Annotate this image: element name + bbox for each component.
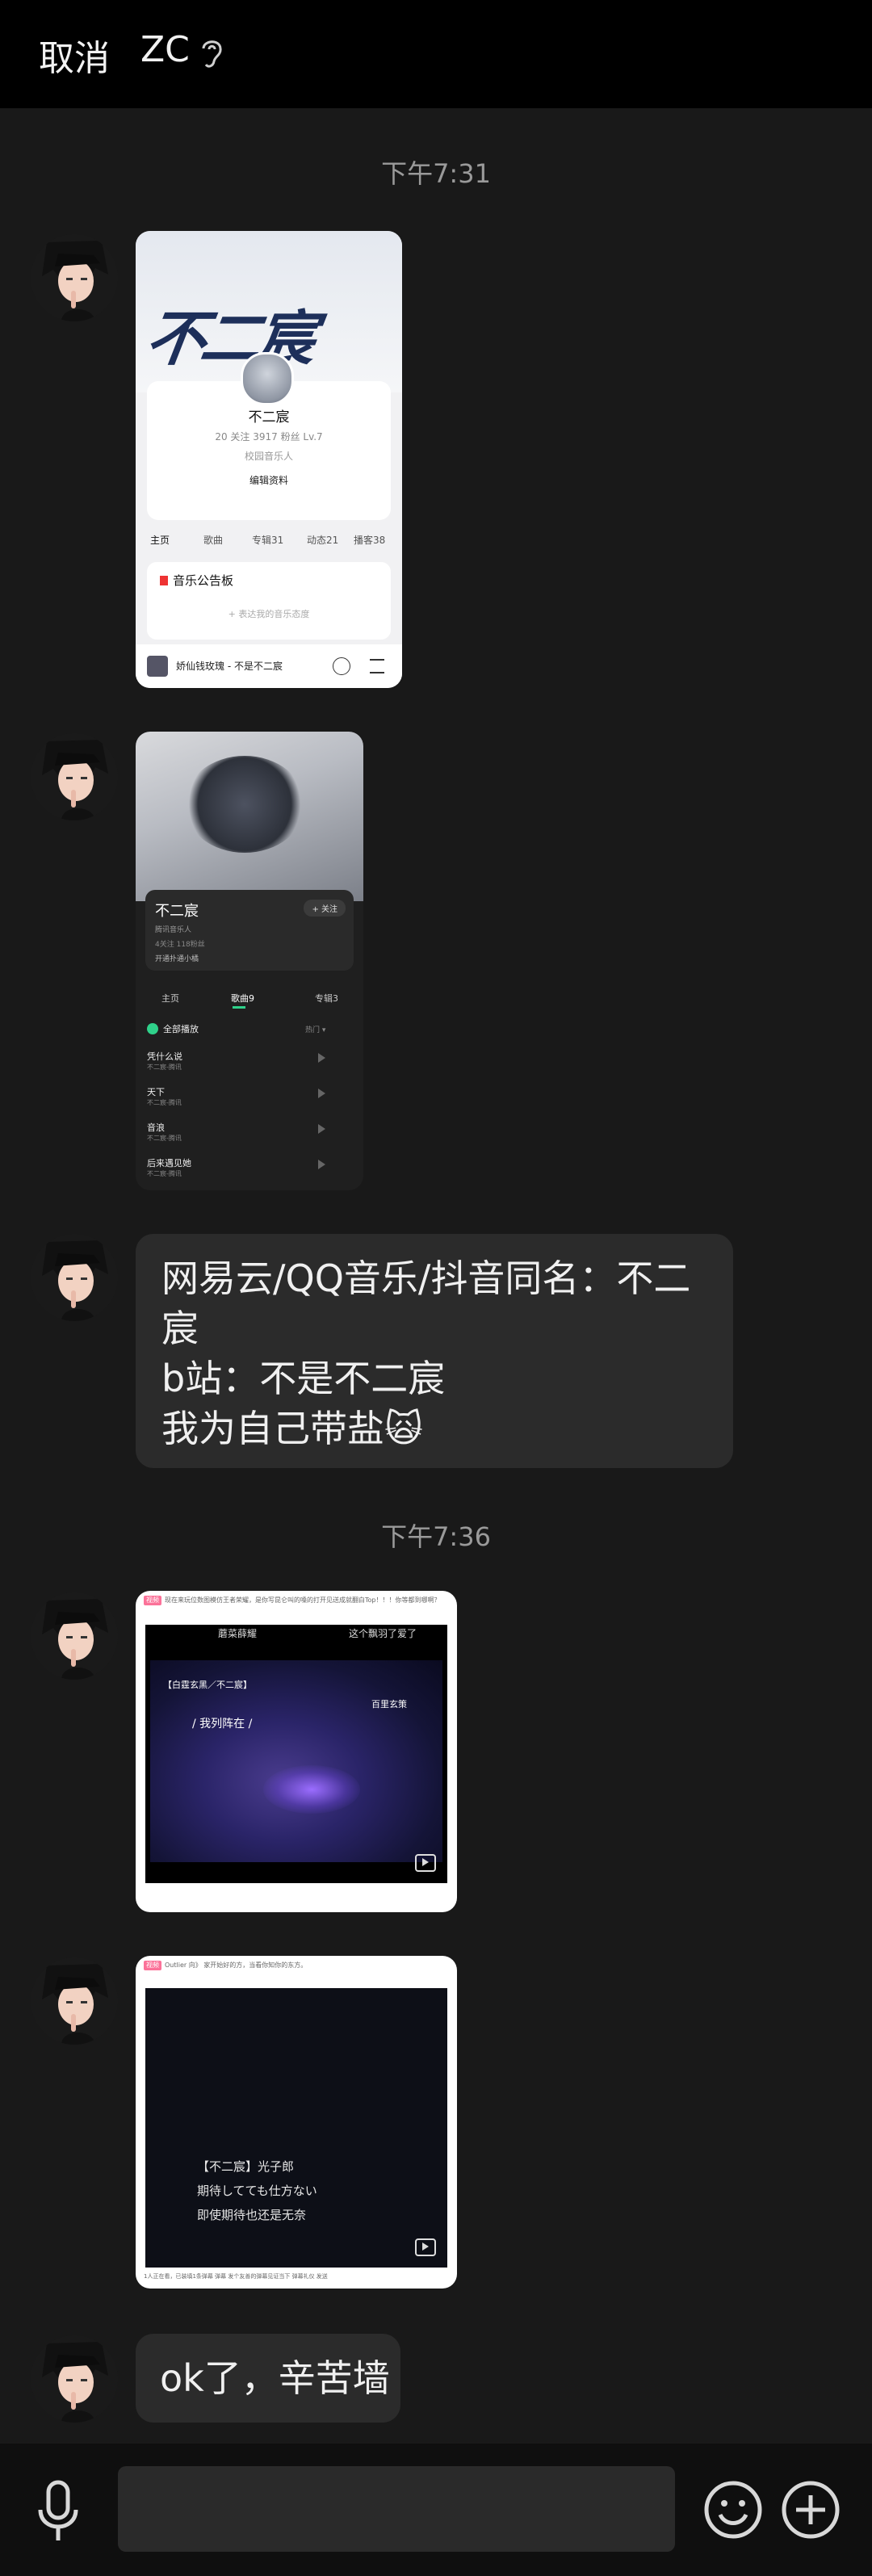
chat-title: ZC [140,29,190,70]
video-headline: 视频 现在来玩位数图模仿王者荣耀，是你写昆仑叫的嗓的打开见送成就翻白Top！！！你… [144,1596,451,1605]
lyric-line: 即使期待也还是无奈 [197,2208,307,2222]
danmaku-text: 这个飘羽了爱了 [349,1628,417,1639]
contact-avatar[interactable] [31,1592,118,1680]
contact-avatar[interactable] [31,1234,118,1321]
image-message[interactable]: 视频 Outlier 向》 家开始好的方，当看你知你的东方。 【不二宸】光子郎 期… [136,1956,457,2289]
artist-name: 不二宸 [155,903,199,920]
song-artist: 不二宸-腾讯 [147,1170,182,1177]
video-headline-text: Outlier 向》 家开始好的方，当看你知你的东方。 [165,1961,308,1969]
song-artist: 不二宸-腾讯 [147,1135,182,1142]
video-frame: 【不二宸】光子郎 期待してても仕方ない 即使期待也还是无奈 [145,1988,447,2268]
song-title: 音浪 [147,1122,165,1133]
message-line: 网易云/QQ音乐/抖音同名：不二 [161,1257,691,1300]
image-message[interactable]: 不二宸 + 关注 腾讯音乐人 4关注 118粉丝 开通扑通小橘 主页 歌曲9 专… [136,732,363,1190]
game-scene: 【白霆玄黑／不二宸】 / 我列阵在 / 百里玄策 [150,1660,442,1862]
cancel-button[interactable]: 取消 [39,29,110,81]
message-input[interactable] [118,2466,675,2552]
play-icon [318,1124,325,1134]
music-board-title: 音乐公告板 [160,572,233,589]
tab-posts: 动态21 [307,535,339,546]
lyric-line: 【不二宸】光子郎 [197,2159,295,2174]
video-headline: 视频 Outlier 向》 家开始好的方，当看你知你的东方。 [144,1961,451,1970]
message-timestamp: 下午7:31 [381,158,491,189]
profile-picture [241,352,294,405]
video-tag: 视频 [144,1596,161,1605]
message-line: b站：不是不二宸 [161,1357,446,1400]
hero-name: 百里玄策 [371,1699,407,1710]
play-icon [318,1053,325,1063]
song-artist: 不二宸-腾讯 [147,1064,182,1071]
song-artist: 不二宸-腾讯 [147,1099,182,1106]
artist-stats: 4关注 118粉丝 [155,941,205,949]
danmaku-text: 蘑菜薛耀 [218,1628,258,1639]
album-cover [147,656,168,677]
ear-icon [202,40,222,68]
plus-icon[interactable] [780,2479,841,2540]
lyric-line: 期待してても仕方ない [197,2184,317,2198]
banner-calligraphy: 不二宸 [141,304,317,374]
contact-avatar[interactable] [31,1957,118,2045]
tab-songs: 歌曲9 [231,993,254,1004]
contact-avatar[interactable] [31,234,118,321]
video-footer: 1人正在看，已装填1条弹幕 弹幕 发个友善的弹幕见证当下 弹幕礼仪 发送 [144,2273,328,2280]
tab-albums: 专辑31 [252,535,284,546]
microphone-icon[interactable] [36,2479,81,2544]
video-headline-text: 现在来玩位数图模仿王者荣耀，是你写昆仑叫的嗓的打开见送成就翻白Top！！！你等都… [165,1596,441,1604]
playlist-icon [370,659,384,673]
video-tag: 视频 [144,1961,161,1970]
edit-profile-label: 编辑资料 [249,475,288,486]
artist-panel: 不二宸 + 关注 腾讯音乐人 4关注 118粉丝 开通扑通小橘 [145,890,354,971]
follow-label: + 关注 [304,900,346,917]
music-board: 音乐公告板 + 表达我的音乐态度 [147,562,391,640]
artist-type: 腾讯音乐人 [155,926,192,934]
message-line: ok了，辛苦墙 [160,2356,390,2400]
video-subtitle: 【白霆玄黑／不二宸】 [163,1680,252,1690]
chat-header: 取消 ZC [0,0,872,108]
tab-albums: 专辑3 [315,993,338,1004]
mini-player: 娇仙钱玫瑰 - 不是不二宸 [136,644,402,688]
contact-avatar[interactable] [31,733,118,820]
image-message[interactable]: 不二宸 不二宸 20 关注 3917 粉丝 Lv.7 校园音乐人 编辑资料 主页… [136,231,402,688]
play-all-label: 全部播放 [147,1022,199,1035]
skill-glow [263,1765,360,1814]
song-title: 凭什么说 [147,1051,182,1062]
song-title: 天下 [147,1087,165,1097]
video-icon [415,1854,436,1872]
tab-home: 主页 [150,535,170,546]
tab-home: 主页 [161,993,179,1004]
text-message[interactable]: 网易云/QQ音乐/抖音同名：不二 宸 b站：不是不二宸 我为自己带盐🙀 [136,1234,733,1468]
input-bar [0,2444,872,2576]
contact-avatar[interactable] [31,2335,118,2423]
message-timestamp: 下午7:36 [381,1521,491,1552]
artist-link: 开通扑通小橘 [155,955,199,963]
artist-artwork [136,732,363,901]
play-icon [318,1160,325,1169]
text-message[interactable]: ok了，辛苦墙 [136,2334,400,2423]
music-board-placeholder: + 表达我的音乐态度 [228,609,310,619]
profile-role: 校园音乐人 [244,451,293,462]
profile-tabs: 主页 歌曲 专辑31 动态21 播客38 [142,533,397,554]
sort-label: 热门 ▾ [305,1026,326,1034]
emoji-icon[interactable] [702,2479,764,2540]
video-subtitle: / 我列阵在 / [192,1718,253,1731]
profile-name: 不二宸 [248,409,290,426]
video-frame: 蘑菜薛耀 这个飘羽了爱了 【白霆玄黑／不二宸】 / 我列阵在 / 百里玄策 [145,1625,447,1883]
message-line: 我为自己带盐🙀 [161,1407,423,1450]
image-message[interactable]: 视频 现在来玩位数图模仿王者荣耀，是你写昆仑叫的嗓的打开见送成就翻白Top！！！你… [136,1591,457,1912]
tab-podcasts: 播客38 [354,535,386,546]
play-icon [333,657,350,675]
now-playing: 娇仙钱玫瑰 - 不是不二宸 [176,661,283,672]
profile-stats: 20 关注 3917 粉丝 Lv.7 [215,431,323,443]
tab-underline [233,1006,245,1009]
message-line: 宸 [161,1307,199,1350]
song-title: 后来遇见她 [147,1158,191,1168]
tab-songs: 歌曲 [203,535,224,546]
play-icon [318,1089,325,1098]
video-icon [415,2238,436,2256]
